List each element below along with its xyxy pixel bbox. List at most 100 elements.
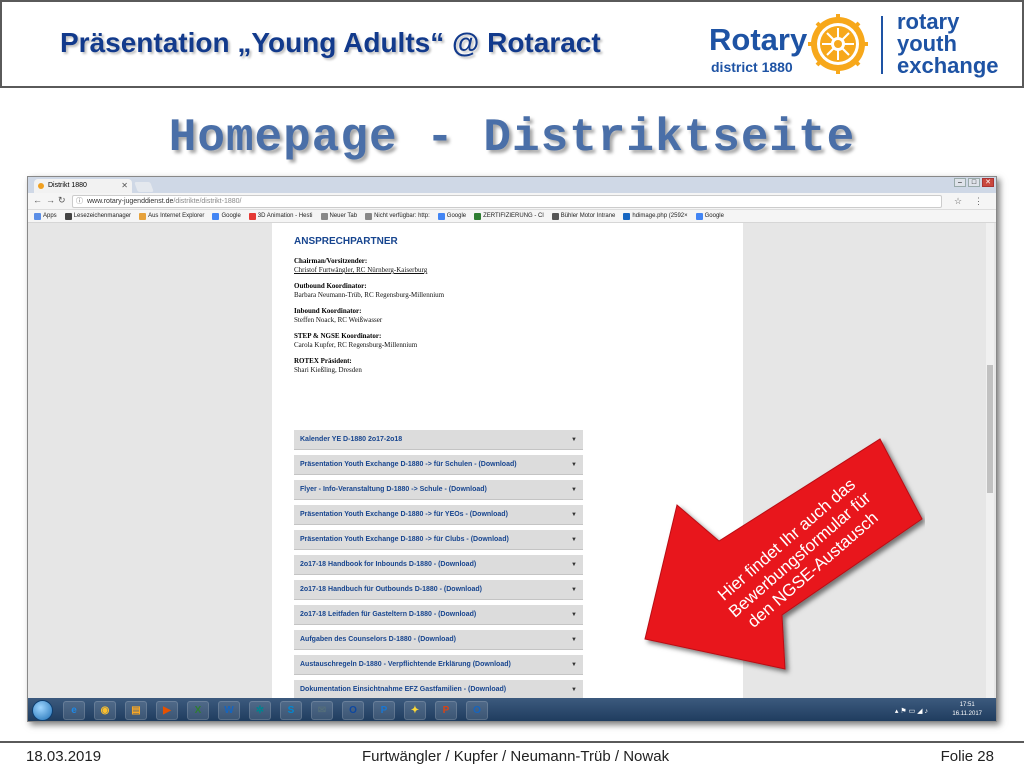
footer-date: 18.03.2019 <box>26 748 102 765</box>
rye-line-1: rotary <box>897 9 960 34</box>
taskbar-app-powerpoint-icon[interactable]: P <box>435 701 457 720</box>
slide-title: Präsentation „Young Adults“ @ Rotaract <box>60 27 601 58</box>
bookmark-label: Apps <box>43 213 57 219</box>
bookmark-item[interactable]: 3D Animation - Hesti <box>248 212 313 220</box>
taskbar-app-media-icon[interactable]: ▶ <box>156 701 178 720</box>
accordion-label: Flyer - Info-Veranstaltung D-1880 -> Sch… <box>300 486 487 493</box>
accordion-item[interactable]: Präsentation Youth Exchange D-1880 -> fü… <box>294 505 583 525</box>
taskbar-app-explorer-icon[interactable]: ▤ <box>125 701 147 720</box>
accordion-label: 2o17-18 Leitfaden für Gasteltern D-1880 … <box>300 611 477 618</box>
bookmark-item[interactable]: Google <box>437 212 466 220</box>
browser-tab[interactable]: Distrikt 1880 ✕ <box>34 179 132 193</box>
window-close-button[interactable]: ✕ <box>982 178 994 187</box>
contact-person[interactable]: Christof Furtwängler, RC Nürnberg-Kaiser… <box>294 266 594 275</box>
taskbar-app-ie-icon[interactable]: e <box>63 701 85 720</box>
accordion-label: Präsentation Youth Exchange D-1880 -> fü… <box>300 511 508 518</box>
bookmark-icon <box>437 212 445 220</box>
reload-icon[interactable]: ↻ <box>58 195 66 206</box>
start-button[interactable] <box>32 700 53 721</box>
accordion-item[interactable]: 2o17-18 Handbook for Inbounds D-1880 - (… <box>294 555 583 575</box>
bookmark-icon <box>623 212 631 220</box>
taskbar-app-settings-icon[interactable]: ✲ <box>249 701 271 720</box>
bookmark-icon <box>64 212 72 220</box>
bookmark-icon <box>34 212 41 220</box>
bookmark-item[interactable]: hdimage.php (2592× <box>623 212 688 220</box>
system-tray[interactable]: ▴ ⚑ ▭ ◢ ♪ <box>895 707 928 715</box>
chevron-down-icon: ▼ <box>571 687 577 693</box>
taskbar-app-outlook-icon[interactable]: O <box>466 701 488 720</box>
url-path: /distrikte/distrikt-1880/ <box>173 198 242 205</box>
windows-taskbar: ▴ ⚑ ▭ ◢ ♪ 17:51 16.11.2017 e ◉ ▤ ▶ X W ✲ S ✉ O P ✦ P… <box>28 698 996 721</box>
contact-person: Steffen Noack, RC Weißwasser <box>294 316 383 324</box>
bookmark-item[interactable]: Aus Internet Explorer <box>139 212 204 220</box>
minimize-button[interactable]: – <box>954 178 966 187</box>
rotary-logo-text: Rotary <box>709 22 808 57</box>
contact-person: Barbara Neumann-Trüb, RC Regensburg-Mill… <box>294 291 445 299</box>
bookmark-item[interactable]: Bühler Motor Intrane <box>551 212 615 220</box>
accordion-item[interactable]: Kalender YE D-1880 2o17-2o18 ▼ <box>294 430 583 450</box>
contact-entry: ROTEX Präsident: Shari Kießling, Dresden <box>294 357 594 375</box>
bookmark-label: Lesezeichenmanager <box>73 213 132 219</box>
accordion-item[interactable]: Austauschregeln D-1880 - Verpflichtende … <box>294 655 583 675</box>
accordion-item[interactable]: Flyer - Info-Veranstaltung D-1880 -> Sch… <box>294 480 583 500</box>
contact-entry: Outbound Koordinator: Barbara Neumann-Trü… <box>294 282 594 300</box>
contact-person: Shari Kießling, Dresden <box>294 366 362 374</box>
bookmark-item[interactable]: Neuer Tab <box>320 212 357 220</box>
contact-entry: Inbound Koordinator: Steffen Noack, RC We… <box>294 307 594 325</box>
chevron-down-icon: ▼ <box>571 612 577 618</box>
bookmark-label: 3D Animation - Hesti <box>257 213 313 219</box>
bookmark-icon <box>139 212 147 220</box>
chevron-down-icon: ▼ <box>571 662 577 668</box>
scrollbar[interactable] <box>986 223 994 698</box>
accordion-label: Austauschregeln D-1880 - Verpflichtende … <box>300 661 511 668</box>
new-tab-button[interactable] <box>134 182 154 192</box>
star-icon[interactable]: ☆ <box>954 196 962 207</box>
rotary-district-label: district 1880 <box>711 59 793 75</box>
chevron-down-icon: ▼ <box>571 437 577 443</box>
bookmark-item[interactable]: ZERTIFIZIERUNG - Cl <box>474 212 544 220</box>
bookmark-item[interactable]: Google <box>212 212 241 220</box>
accordion-item[interactable]: 2o17-18 Handbuch für Outbounds D-1880 - … <box>294 580 583 600</box>
accordion-label: 2o17-18 Handbuch für Outbounds D-1880 - … <box>300 586 483 593</box>
bookmark-item[interactable]: Google <box>695 212 724 220</box>
accordion-item[interactable]: Präsentation Youth Exchange D-1880 -> fü… <box>294 455 583 475</box>
bookmark-item[interactable]: Nicht verfügbar: http: <box>365 212 430 220</box>
contact-role: ROTEX Präsident: <box>294 357 352 365</box>
address-bar: ← → ↻ ⓘ www.rotary-jugenddienst.de/distr… <box>28 193 996 210</box>
bookmark-label: Google <box>704 213 724 219</box>
back-icon[interactable]: ← <box>33 195 42 205</box>
forward-icon[interactable]: → <box>46 195 55 205</box>
bookmark-label: Nicht verfügbar: http: <box>374 213 430 219</box>
menu-icon[interactable]: ⋮ <box>974 196 983 207</box>
bookmark-label: Google <box>221 213 241 219</box>
bookmark-item[interactable]: Lesezeichenmanager <box>64 212 132 220</box>
clock[interactable]: 17:51 16.11.2017 <box>952 701 982 719</box>
taskbar-app-pse-icon[interactable]: P <box>373 701 395 720</box>
taskbar-app-outlook-icon[interactable]: O <box>342 701 364 720</box>
bookmark-item[interactable]: Apps <box>34 212 57 220</box>
documents-list: Kalender YE D-1880 2o17-2o18 ▼ Präsentatio… <box>294 430 583 705</box>
taskbar-app-skype-icon[interactable]: S <box>280 701 302 720</box>
rye-line-3: exchange <box>897 53 999 78</box>
close-icon[interactable]: ✕ <box>121 179 128 193</box>
taskbar-app-tool-icon[interactable]: ✦ <box>404 701 426 720</box>
footer-authors: Furtwängler / Kupfer / Neumann-Trüb / No… <box>362 748 670 765</box>
favicon-icon <box>38 183 44 189</box>
contacts-list: Chairman/Vorsitzender: Christof Furtwängl… <box>294 257 594 382</box>
bookmark-icon <box>551 212 559 220</box>
url-host: www.rotary-jugenddienst.de <box>87 198 174 205</box>
taskbar-app-mail-icon[interactable]: ✉ <box>311 701 333 720</box>
accordion-item[interactable]: 2o17-18 Leitfaden für Gasteltern D-1880 … <box>294 605 583 625</box>
url-input[interactable]: ⓘ www.rotary-jugenddienst.de/distrikte/d… <box>72 195 942 208</box>
taskbar-app-chrome-icon[interactable]: ◉ <box>94 701 116 720</box>
accordion-item[interactable]: Aufgaben des Counselors D-1880 - (Downlo… <box>294 630 583 650</box>
accordion-item[interactable]: Dokumentation Einsichtnahme EFZ Gastfami… <box>294 680 583 700</box>
accordion-label: Präsentation Youth Exchange D-1880 -> fü… <box>300 461 517 468</box>
maximize-button[interactable]: □ <box>968 178 980 187</box>
accordion-item[interactable]: Präsentation Youth Exchange D-1880 -> fü… <box>294 530 583 550</box>
taskbar-app-word-icon[interactable]: W <box>218 701 240 720</box>
scroll-thumb[interactable] <box>987 365 993 493</box>
contact-role: STEP & NGSE Koordinator: <box>294 332 382 340</box>
rotary-wheel-icon <box>808 14 868 74</box>
taskbar-app-excel-icon[interactable]: X <box>187 701 209 720</box>
